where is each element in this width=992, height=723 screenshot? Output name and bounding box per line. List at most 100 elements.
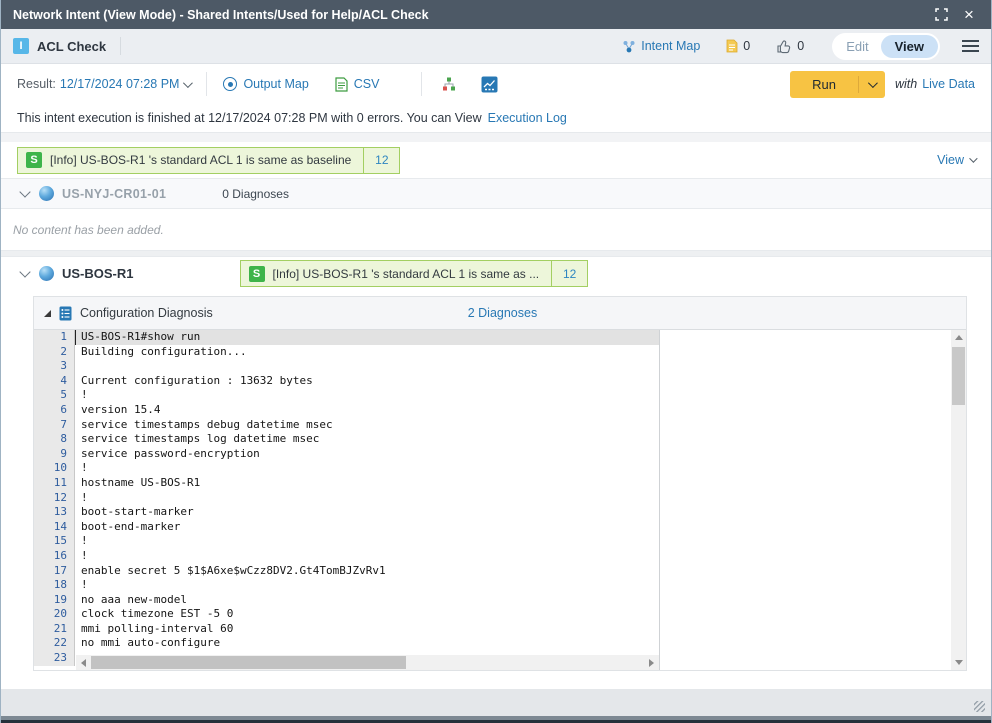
device-tree-button[interactable]	[438, 73, 460, 95]
csv-file-icon	[335, 77, 348, 92]
result-value: 12/17/2024 07:28 PM	[60, 77, 180, 91]
line-number: 1	[34, 330, 75, 345]
menu-button[interactable]	[962, 37, 979, 55]
line-number: 5	[34, 388, 75, 403]
expanded-triangle-icon[interactable]	[44, 310, 51, 317]
network-intent-dialog: Network Intent (View Mode) - Shared Inte…	[0, 0, 992, 723]
footer-spacer	[1, 671, 991, 689]
note-count: 0	[743, 39, 750, 53]
like-counter[interactable]: 0	[776, 39, 804, 54]
live-data-link[interactable]: Live Data	[922, 77, 975, 91]
diagnoses-link[interactable]: 2 Diagnoses	[468, 306, 538, 320]
code-line[interactable]: 2Building configuration...	[34, 345, 659, 360]
code-line[interactable]: 16!	[34, 549, 659, 564]
view-tab[interactable]: View	[881, 35, 938, 58]
vertical-scrollbar[interactable]	[951, 330, 966, 670]
horizontal-scrollbar[interactable]	[76, 655, 659, 670]
line-text	[75, 359, 659, 374]
code-line[interactable]: 15!	[34, 534, 659, 549]
scroll-down-arrow[interactable]	[951, 655, 966, 670]
scrollbar-thumb[interactable]	[952, 347, 965, 405]
divider	[206, 72, 207, 96]
collapse-chevron-icon[interactable]	[19, 266, 30, 277]
line-number: 11	[34, 476, 75, 491]
code-line[interactable]: 10!	[34, 461, 659, 476]
device-row-us-bos-r1[interactable]: US-BOS-R1 S [Info] US-BOS-R1 's standard…	[1, 257, 991, 290]
output-map-button[interactable]: Output Map	[223, 77, 308, 91]
scroll-left-arrow[interactable]	[76, 655, 91, 670]
code-line[interactable]: 17enable secret 5 $1$A6xe$wCzz8DV2.Gt4To…	[34, 564, 659, 579]
code-line[interactable]: 19no aaa new-model	[34, 593, 659, 608]
run-options-button[interactable]	[859, 71, 885, 98]
result-dropdown[interactable]: Result: 12/17/2024 07:28 PM	[17, 77, 190, 91]
code-line[interactable]: 20clock timezone EST -5 0	[34, 607, 659, 622]
device-badge[interactable]: S [Info] US-BOS-R1 's standard ACL 1 is …	[240, 260, 589, 287]
dashboard-button[interactable]	[478, 73, 500, 95]
summary-badge-count[interactable]: 12	[363, 148, 399, 173]
diagnoses-count: 0 Diagnoses	[222, 187, 289, 201]
chevron-down-icon	[183, 78, 193, 88]
note-counter[interactable]: 0	[726, 39, 750, 53]
output-map-label: Output Map	[243, 77, 308, 91]
maximize-icon	[935, 8, 948, 21]
summary-badge[interactable]: S [Info] US-BOS-R1 's standard ACL 1 is …	[17, 147, 400, 174]
device-name: US-BOS-R1	[62, 266, 134, 281]
line-text: clock timezone EST -5 0	[75, 607, 659, 622]
line-number: 9	[34, 447, 75, 462]
intent-name: ACL Check	[37, 39, 106, 54]
diagnosis-detail-panel	[660, 330, 966, 670]
close-button[interactable]: ×	[959, 5, 979, 25]
scrollbar-thumb[interactable]	[91, 656, 406, 669]
code-line[interactable]: 13boot-start-marker	[34, 505, 659, 520]
scroll-up-arrow[interactable]	[951, 330, 966, 345]
scrollbar-track[interactable]	[951, 345, 966, 655]
device-badge-count[interactable]: 12	[551, 261, 587, 286]
intent-map-label: Intent Map	[641, 39, 700, 53]
severity-icon: S	[249, 266, 265, 282]
code-line[interactable]: 8service timestamps log datetime msec	[34, 432, 659, 447]
code-line[interactable]: 9service password-encryption	[34, 447, 659, 462]
line-text: service timestamps debug datetime msec	[75, 418, 659, 433]
line-number: 14	[34, 520, 75, 535]
config-file-icon	[59, 306, 72, 321]
view-dropdown-label: View	[937, 153, 964, 167]
code-line[interactable]: 5!	[34, 388, 659, 403]
code-line[interactable]: 3	[34, 359, 659, 374]
line-text: no mmi auto-configure	[75, 636, 659, 651]
dashboard-chart-icon	[481, 76, 498, 93]
diagnosis-panel-body: 1US-BOS-R1#show run2Building configurati…	[34, 329, 966, 670]
edit-tab[interactable]: Edit	[834, 36, 880, 57]
device-tree-icon	[441, 76, 457, 92]
code-line[interactable]: 1US-BOS-R1#show run	[34, 330, 659, 345]
collapse-chevron-icon[interactable]	[19, 186, 30, 197]
code-line[interactable]: 11hostname US-BOS-R1	[34, 476, 659, 491]
line-number: 13	[34, 505, 75, 520]
code-line[interactable]: 14boot-end-marker	[34, 520, 659, 535]
device-name: US-NYJ-CR01-01	[62, 187, 166, 201]
dialog-footer	[1, 689, 991, 716]
csv-button[interactable]: CSV	[335, 77, 380, 92]
code-line[interactable]: 12!	[34, 491, 659, 506]
line-text: !	[75, 549, 659, 564]
code-line[interactable]: 18!	[34, 578, 659, 593]
code-line[interactable]: 7service timestamps debug datetime msec	[34, 418, 659, 433]
intent-map-button[interactable]: Intent Map	[622, 39, 700, 53]
code-line[interactable]: 22no mmi auto-configure	[34, 636, 659, 651]
run-split-button: Run	[790, 71, 885, 98]
code-line[interactable]: 4Current configuration : 13632 bytes	[34, 374, 659, 389]
note-icon	[726, 39, 738, 53]
maximize-button[interactable]	[931, 5, 951, 25]
code-line[interactable]: 6version 15.4	[34, 403, 659, 418]
code-line[interactable]: 21mmi polling-interval 60	[34, 622, 659, 637]
device-row-us-nyj-cr01-01[interactable]: US-NYJ-CR01-01 0 Diagnoses	[1, 178, 991, 209]
scrollbar-track[interactable]	[91, 655, 644, 670]
resize-grip[interactable]	[974, 701, 985, 712]
with-label: with	[895, 77, 917, 91]
scroll-right-arrow[interactable]	[644, 655, 659, 670]
execution-log-link[interactable]: Execution Log	[488, 111, 567, 125]
intent-header: I ACL Check Intent Map 0	[1, 29, 991, 64]
config-code-viewer[interactable]: 1US-BOS-R1#show run2Building configurati…	[34, 330, 660, 670]
view-dropdown[interactable]: View	[937, 153, 975, 167]
run-button[interactable]: Run	[790, 71, 858, 98]
no-content-message: No content has been added.	[1, 209, 991, 251]
